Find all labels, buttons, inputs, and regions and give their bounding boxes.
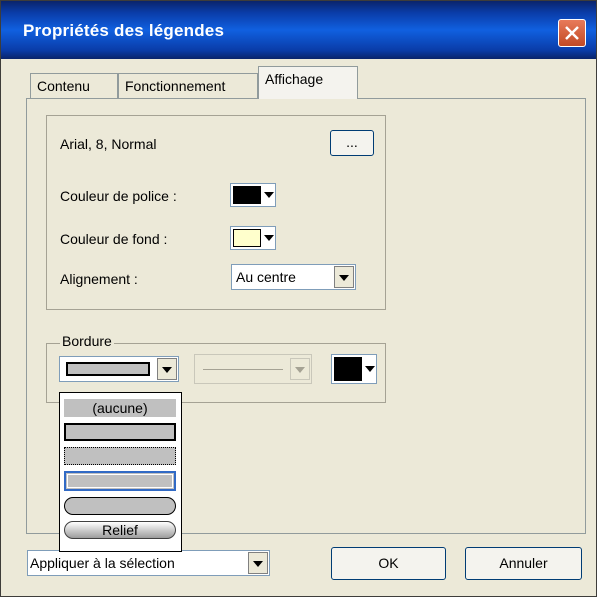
- border-color-picker[interactable]: [331, 354, 377, 384]
- border-option-none[interactable]: (aucune): [64, 399, 176, 417]
- font-color-picker[interactable]: [230, 183, 276, 207]
- background-color-label: Couleur de fond :: [60, 231, 168, 247]
- border-group-label: Bordure: [60, 333, 114, 349]
- chevron-down-icon: [339, 275, 349, 281]
- chevron-down-icon: [253, 561, 263, 567]
- border-width-dropdown-button: [290, 358, 310, 380]
- border-option-relief[interactable]: Relief: [64, 521, 176, 539]
- border-width-preview: [203, 369, 283, 370]
- close-button[interactable]: [558, 19, 586, 47]
- chevron-down-icon: [162, 367, 172, 373]
- alignment-dropdown-button[interactable]: [334, 266, 354, 288]
- border-style-select[interactable]: [59, 356, 179, 382]
- font-color-label: Couleur de police :: [60, 188, 177, 204]
- border-style-dropdown-button[interactable]: [157, 358, 177, 380]
- border-option-rounded[interactable]: [64, 497, 176, 515]
- window-title: Propriétés des légendes: [23, 21, 225, 40]
- font-color-swatch: [233, 186, 261, 204]
- border-option-solid[interactable]: [64, 423, 176, 441]
- alignment-label: Alignement :: [60, 271, 138, 287]
- background-color-picker[interactable]: [230, 226, 276, 250]
- title-bar[interactable]: Propriétés des légendes: [1, 1, 596, 59]
- tab-fonctionnement[interactable]: Fonctionnement: [118, 73, 258, 99]
- chevron-down-icon: [295, 367, 305, 373]
- border-style-list[interactable]: (aucune) Relief: [59, 392, 182, 552]
- chevron-down-icon: [264, 192, 274, 198]
- font-chooser-button[interactable]: ...: [330, 130, 374, 156]
- border-option-dotted[interactable]: [64, 447, 176, 465]
- background-color-swatch: [233, 229, 261, 247]
- border-color-swatch: [334, 357, 362, 381]
- tab-affichage[interactable]: Affichage: [258, 66, 358, 99]
- close-icon: [565, 26, 579, 40]
- tab-contenu[interactable]: Contenu: [30, 73, 118, 99]
- border-option-selected[interactable]: [64, 471, 176, 491]
- alignment-select[interactable]: Au centre: [231, 264, 356, 290]
- cancel-button[interactable]: Annuler: [465, 547, 582, 580]
- border-width-select: [194, 354, 312, 384]
- chevron-down-icon: [365, 366, 375, 372]
- font-description: Arial, 8, Normal: [60, 136, 157, 152]
- apply-scope-dropdown-button[interactable]: [248, 552, 268, 574]
- chevron-down-icon: [264, 235, 274, 241]
- ok-button[interactable]: OK: [331, 547, 446, 580]
- border-style-preview: [66, 362, 150, 376]
- apply-scope-select[interactable]: Appliquer à la sélection: [27, 550, 270, 576]
